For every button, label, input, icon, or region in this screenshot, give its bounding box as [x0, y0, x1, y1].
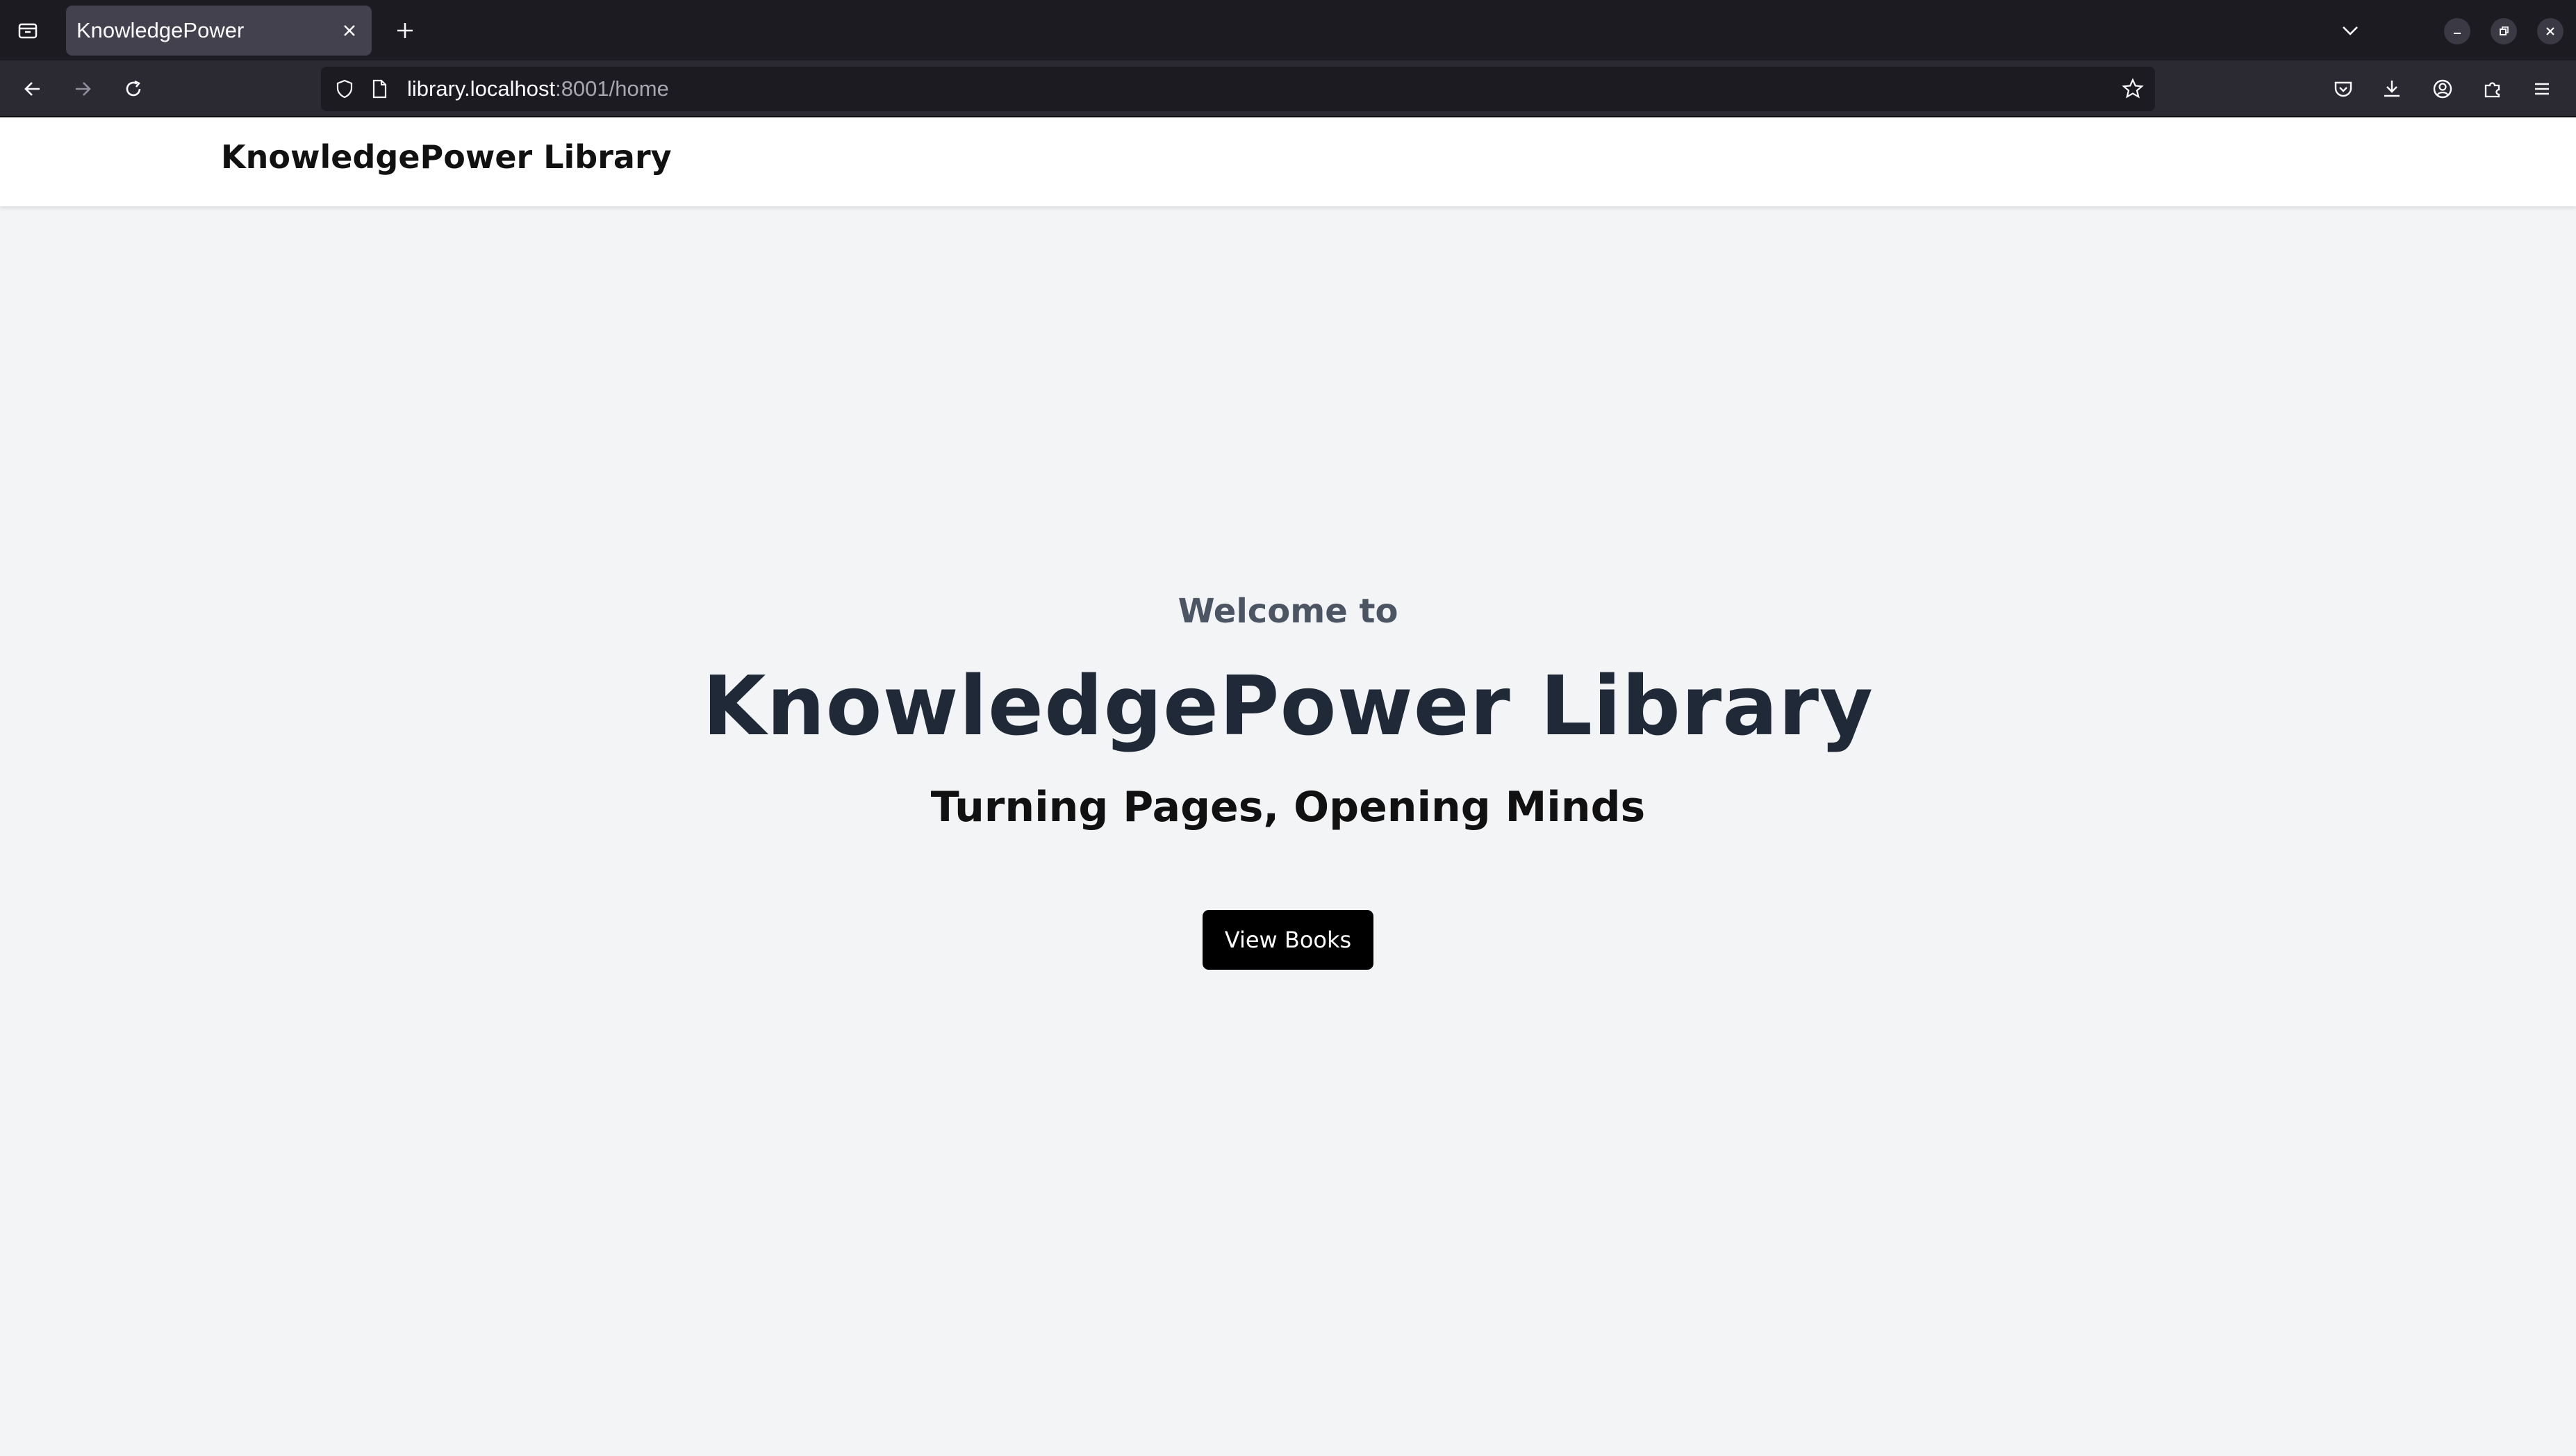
download-icon[interactable]: [2375, 72, 2409, 106]
page-icon[interactable]: [367, 76, 392, 101]
arrow-left-icon[interactable]: [15, 72, 50, 106]
url-text[interactable]: library.localhost:8001/home: [407, 67, 669, 111]
star-icon[interactable]: [2120, 76, 2145, 101]
minimize-icon[interactable]: [2444, 18, 2470, 44]
puzzle-icon[interactable]: [2475, 72, 2510, 106]
browser-tab-bar: KnowledgePower: [0, 0, 2576, 60]
pocket-icon[interactable]: [2326, 72, 2361, 106]
close-icon[interactable]: [337, 18, 362, 43]
hero-tagline: Turning Pages, Opening Minds: [930, 783, 1646, 832]
url-bar[interactable]: library.localhost:8001/home: [321, 67, 2155, 111]
chevron-down-icon[interactable]: [2333, 14, 2368, 47]
close-icon[interactable]: [2537, 18, 2563, 44]
hero-title: KnowledgePower Library: [702, 658, 1874, 754]
browser-nav-bar: library.localhost:8001/home: [0, 60, 2576, 117]
restore-icon[interactable]: [2491, 18, 2517, 44]
tab-title: KnowledgePower: [76, 18, 245, 42]
hero-welcome-text: Welcome to: [1178, 592, 1398, 631]
reload-icon[interactable]: [116, 72, 151, 106]
url-path: :8001/home: [555, 76, 669, 101]
browser-tab-active[interactable]: KnowledgePower: [66, 6, 372, 56]
view-books-button[interactable]: View Books: [1203, 910, 1373, 970]
plus-icon[interactable]: [388, 14, 422, 47]
hero-section: Welcome to KnowledgePower Library Turnin…: [0, 206, 2576, 1456]
shield-icon[interactable]: [332, 76, 357, 101]
tab-list-icon[interactable]: [10, 14, 46, 47]
site-header: KnowledgePower Library: [0, 117, 2576, 206]
url-host: library.localhost: [407, 76, 556, 101]
account-icon[interactable]: [2425, 72, 2460, 106]
hamburger-icon[interactable]: [2525, 72, 2559, 106]
arrow-right-icon[interactable]: [65, 72, 100, 106]
site-logo-title[interactable]: KnowledgePower Library: [221, 138, 672, 176]
